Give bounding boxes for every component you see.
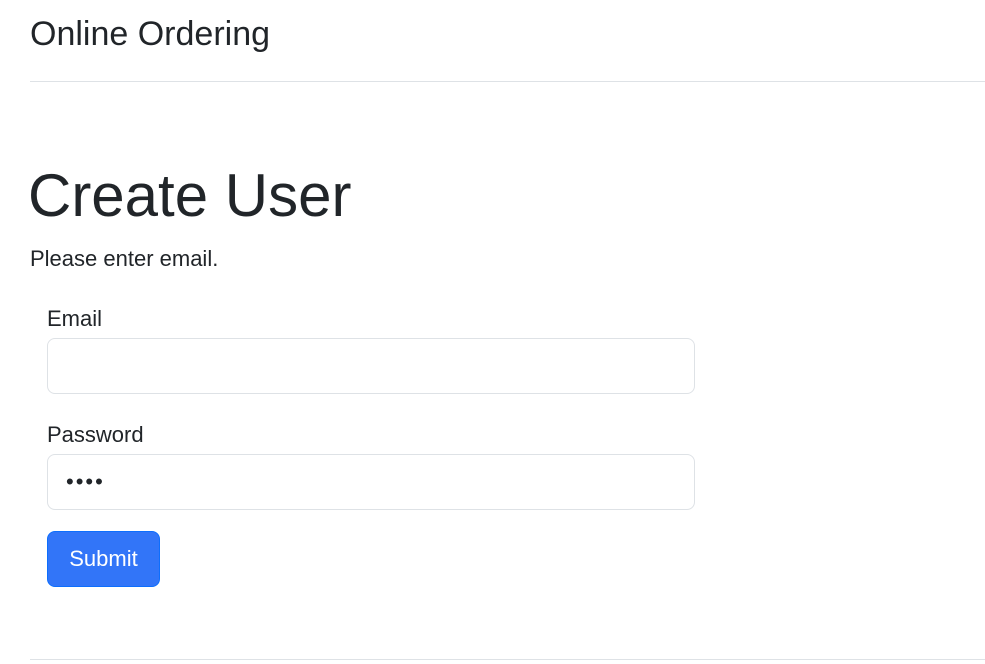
header: Online Ordering: [30, 0, 985, 82]
email-field-group: Email: [47, 300, 695, 394]
page: Online Ordering Create User Please enter…: [0, 0, 985, 664]
password-input[interactable]: [47, 454, 695, 510]
email-input[interactable]: [47, 338, 695, 394]
password-field-group: Password: [47, 416, 695, 510]
page-title: Create User: [28, 162, 352, 229]
password-label: Password: [47, 422, 144, 447]
email-label: Email: [47, 306, 103, 331]
instruction-message: Please enter email.: [30, 246, 219, 271]
brand-title[interactable]: Online Ordering: [30, 14, 270, 54]
submit-button[interactable]: Submit: [47, 531, 160, 587]
footer-divider: [30, 659, 985, 660]
